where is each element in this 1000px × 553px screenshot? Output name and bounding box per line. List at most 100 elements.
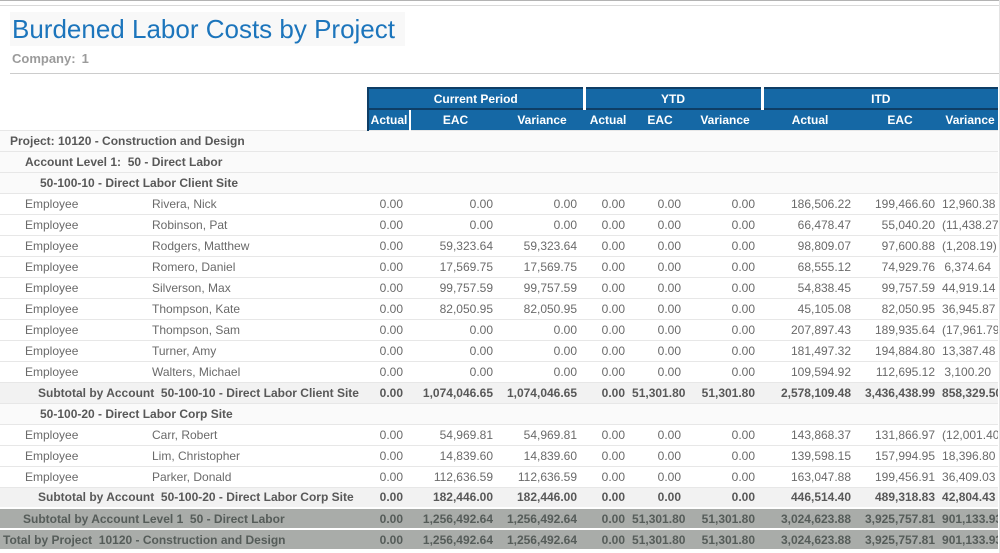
col-header-itd-variance: Variance — [942, 109, 998, 130]
value-cell: 0.00 — [688, 340, 762, 361]
value-cell: 182,446.00 — [410, 487, 500, 508]
value-cell: (11,438.27) — [942, 214, 998, 235]
value-cell: 199,456.91 — [858, 466, 942, 487]
value-cell: 54,969.81 — [410, 424, 500, 445]
value-cell: 109,594.92 — [762, 361, 858, 382]
value-cell: 0.00 — [584, 424, 632, 445]
col-header-itd-actual: Actual — [762, 109, 858, 130]
value-cell: 82,050.95 — [500, 298, 584, 319]
header-spacer — [0, 109, 368, 130]
value-cell: 51,301.80 — [688, 508, 762, 529]
subacct-row: Subtotal by Account 50-100-20 - Direct L… — [0, 487, 998, 508]
value-cell: 0.00 — [688, 277, 762, 298]
value-cell: 143,868.37 — [762, 424, 858, 445]
col-header-ytd-eac: EAC — [632, 109, 688, 130]
value-cell: 186,506.22 — [762, 193, 858, 214]
value-cell: 0.00 — [368, 193, 410, 214]
value-cell: 0.00 — [500, 340, 584, 361]
value-cell: 51,301.80 — [688, 529, 762, 550]
column-subheader-row: Actual EAC Variance Actual EAC Variance … — [0, 109, 998, 130]
value-cell: 45,105.08 — [762, 298, 858, 319]
value-cell: 0.00 — [688, 445, 762, 466]
row-label: Employee — [0, 277, 150, 298]
col-header-cp-actual: Actual — [368, 109, 410, 130]
value-cell: 42,804.43 — [942, 487, 998, 508]
value-cell: 0.00 — [584, 256, 632, 277]
value-cell: 51,301.80 — [632, 508, 688, 529]
value-cell: 0.00 — [368, 508, 410, 529]
value-cell: 0.00 — [632, 298, 688, 319]
value-cell: 13,387.48 — [942, 340, 998, 361]
value-cell — [584, 130, 632, 151]
value-cell — [858, 151, 942, 172]
value-cell — [584, 172, 632, 193]
group-header-itd: ITD — [762, 88, 998, 109]
value-cell: 0.00 — [368, 445, 410, 466]
value-cell: 55,040.20 — [858, 214, 942, 235]
employee-name: Carr, Robert — [150, 424, 368, 445]
col-header-ytd-variance: Variance — [688, 109, 762, 130]
value-cell: 131,866.97 — [858, 424, 942, 445]
value-cell: 157,994.95 — [858, 445, 942, 466]
value-cell: 0.00 — [584, 466, 632, 487]
value-cell — [762, 130, 858, 151]
value-cell: 0.00 — [584, 382, 632, 403]
report-header: Burdened Labor Costs by Project Company:… — [0, 6, 999, 74]
value-cell: 0.00 — [632, 319, 688, 340]
value-cell — [368, 403, 410, 424]
header-divider — [10, 73, 999, 74]
value-cell: 0.00 — [368, 466, 410, 487]
value-cell: 0.00 — [688, 361, 762, 382]
group-header-current-period: Current Period — [368, 88, 584, 109]
total-row: Total by Project 10120 - Construction an… — [0, 529, 998, 550]
value-cell: 0.00 — [584, 193, 632, 214]
value-cell: 0.00 — [368, 340, 410, 361]
value-cell: 0.00 — [688, 235, 762, 256]
value-cell: 54,969.81 — [500, 424, 584, 445]
row-label: Subtotal by Account Level 1 50 - Direct … — [0, 508, 368, 529]
value-cell: 0.00 — [584, 277, 632, 298]
value-cell: 3,436,438.99 — [858, 382, 942, 403]
col-header-itd-eac: EAC — [858, 109, 942, 130]
row-label: Account Level 1: 50 - Direct Labor — [0, 151, 368, 172]
company-value: 1 — [82, 51, 89, 66]
row-label: Subtotal by Account 50-100-20 - Direct L… — [0, 487, 368, 508]
value-cell: 112,636.59 — [410, 466, 500, 487]
value-cell — [410, 130, 500, 151]
company-line: Company:1 — [10, 51, 999, 66]
value-cell: 0.00 — [688, 298, 762, 319]
value-cell: 3,100.20 — [942, 361, 998, 382]
value-cell — [410, 403, 500, 424]
page-title: Burdened Labor Costs by Project — [10, 12, 405, 46]
value-cell: 0.00 — [368, 487, 410, 508]
value-cell: 1,074,046.65 — [410, 382, 500, 403]
value-cell — [942, 151, 998, 172]
value-cell — [500, 130, 584, 151]
value-cell: 59,323.64 — [410, 235, 500, 256]
employee-row: EmployeeTurner, Amy0.000.000.000.000.000… — [0, 340, 998, 361]
value-cell — [410, 151, 500, 172]
value-cell: 0.00 — [410, 319, 500, 340]
value-cell: 17,569.75 — [410, 256, 500, 277]
row-label: Employee — [0, 298, 150, 319]
value-cell: 0.00 — [584, 529, 632, 550]
employee-row: EmployeeRodgers, Matthew0.0059,323.6459,… — [0, 235, 998, 256]
value-cell: 14,839.60 — [410, 445, 500, 466]
value-cell: 0.00 — [368, 235, 410, 256]
employee-name: Romero, Daniel — [150, 256, 368, 277]
value-cell: 0.00 — [632, 256, 688, 277]
value-cell: 0.00 — [584, 445, 632, 466]
employee-row: EmployeeSilverson, Max0.0099,757.5999,75… — [0, 277, 998, 298]
value-cell: 0.00 — [368, 298, 410, 319]
employee-name: Turner, Amy — [150, 340, 368, 361]
value-cell: 18,396.80 — [942, 445, 998, 466]
value-cell: 6,374.64 — [942, 256, 998, 277]
value-cell: 199,466.60 — [858, 193, 942, 214]
value-cell: 82,050.95 — [858, 298, 942, 319]
value-cell: 1,256,492.64 — [500, 529, 584, 550]
value-cell: 44,919.14 — [942, 277, 998, 298]
value-cell: 189,935.64 — [858, 319, 942, 340]
employee-row: EmployeeRomero, Daniel0.0017,569.7517,56… — [0, 256, 998, 277]
employee-row: EmployeeThompson, Sam0.000.000.000.000.0… — [0, 319, 998, 340]
value-cell: 3,925,757.81 — [858, 508, 942, 529]
